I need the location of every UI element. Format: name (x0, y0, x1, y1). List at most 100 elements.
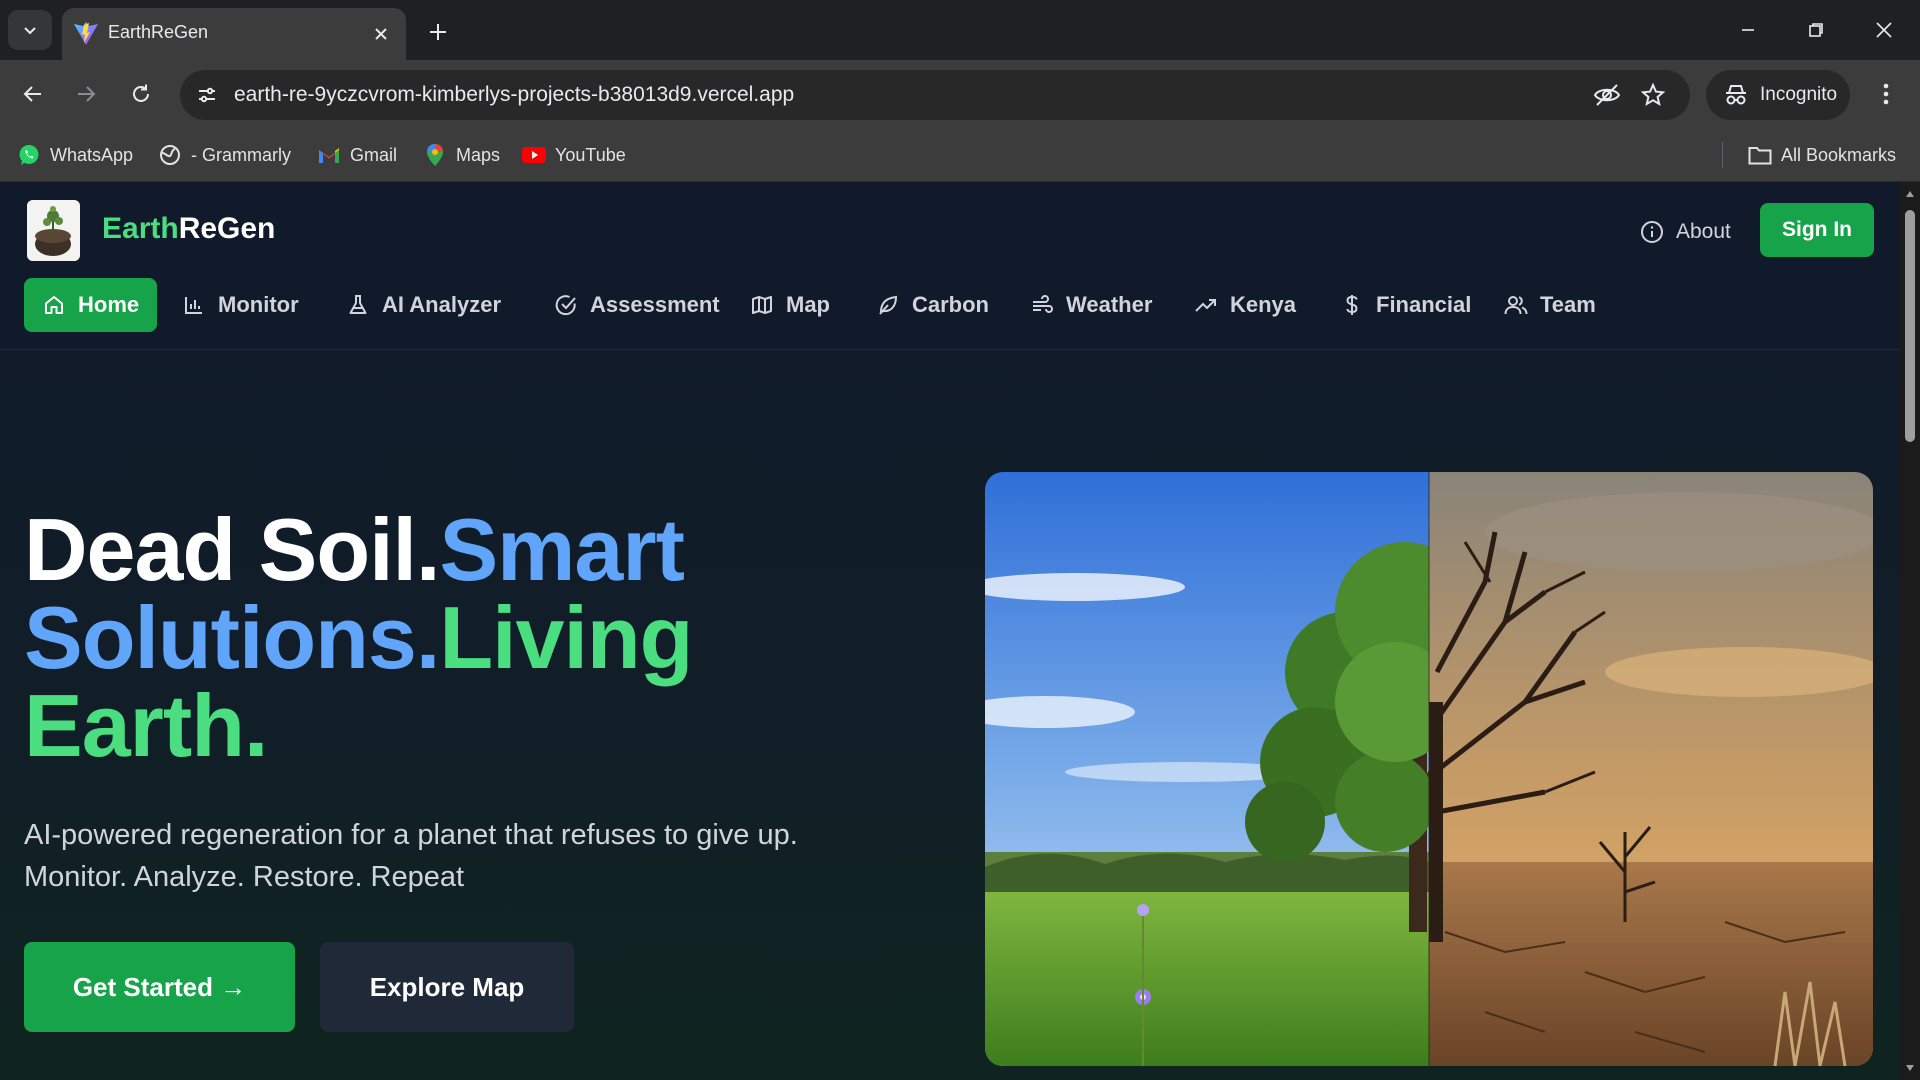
nav-item-carbon[interactable]: Carbon (858, 278, 1007, 332)
nav-item-weather[interactable]: Weather (1012, 278, 1170, 332)
site-info-button[interactable] (190, 78, 224, 112)
nav-label: Assessment (590, 292, 720, 317)
back-arrow-icon (23, 86, 41, 102)
reload-icon (133, 84, 149, 102)
nav-item-map[interactable]: Map (732, 278, 848, 332)
gmail-icon (317, 143, 341, 167)
explore-map-button[interactable]: Explore Map (320, 942, 574, 1032)
bookmark-label: WhatsApp (50, 144, 134, 165)
get-started-button[interactable]: Get Started → (24, 942, 295, 1032)
nav-label: AI Analyzer (382, 292, 502, 317)
hero-image-green-vs-dry-landscape (985, 472, 1873, 1066)
brand-regen: ReGen (178, 212, 276, 245)
minimize-button[interactable] (1720, 8, 1776, 52)
subtitle-line-1: AI-powered regeneration for a planet tha… (24, 819, 798, 851)
address-bar[interactable]: earth-re-9yczcvrom-kimberlys-projects-b3… (180, 70, 1690, 120)
headline-living: Living (439, 588, 693, 687)
reload-button[interactable] (121, 74, 161, 114)
incognito-icon (1726, 85, 1746, 105)
subtitle-line-2: Monitor. Analyze. Restore. Repeat (24, 861, 465, 893)
scroll-up-arrow[interactable] (1904, 188, 1916, 200)
leaf-icon (876, 293, 900, 317)
web-page: EarthReGen About Sign In Home Monitor AI… (0, 182, 1900, 1080)
all-bookmarks-button[interactable]: All Bookmarks (1748, 140, 1896, 170)
star-icon (1641, 83, 1665, 107)
users-icon (1504, 293, 1528, 317)
url-text[interactable]: earth-re-9yczcvrom-kimberlys-projects-b3… (234, 83, 794, 107)
headline-dead-soil: Dead Soil. (24, 500, 440, 599)
forward-button[interactable] (66, 74, 106, 114)
headline-smart: Smart (439, 500, 684, 599)
scroll-thumb[interactable] (1905, 210, 1915, 442)
plus-icon (430, 24, 446, 40)
nav-label: Map (786, 292, 830, 317)
tab-close-button[interactable] (368, 21, 394, 47)
bookmark-gmail[interactable]: Gmail (317, 140, 397, 170)
incognito-label: Incognito (1760, 84, 1838, 105)
folder-icon (1748, 143, 1772, 167)
chevron-down-icon (24, 27, 36, 35)
nav-item-ai-analyzer[interactable]: AI Analyzer (328, 278, 519, 332)
bookmarks-separator (1722, 142, 1723, 168)
bookmark-maps[interactable]: Maps (423, 140, 500, 170)
nav-label: Home (78, 292, 140, 317)
bookmark-grammarly[interactable]: - Grammarly (158, 140, 291, 170)
whatsapp-icon (17, 143, 41, 167)
bookmark-whatsapp[interactable]: WhatsApp (17, 140, 133, 170)
page-scrollbar[interactable] (1900, 182, 1920, 1080)
nav-item-assessment[interactable]: Assessment (536, 278, 738, 332)
dollar-icon (1340, 293, 1364, 317)
tab-search-button[interactable] (8, 10, 52, 50)
triangle-up-icon (1906, 191, 1914, 197)
restore-button[interactable] (1788, 8, 1844, 52)
bookmarks-bar: WhatsApp - Grammarly Gmail Maps YouTube … (0, 128, 1920, 182)
forward-arrow-icon (78, 86, 96, 102)
hero-headline: Dead Soil.Smart Solutions.Living Earth. (24, 506, 693, 770)
browser-menu-button[interactable] (1866, 74, 1906, 114)
about-link[interactable]: About (1640, 216, 1731, 248)
nav-item-financial[interactable]: Financial (1322, 278, 1489, 332)
bar-chart-icon (182, 293, 206, 317)
brand-name[interactable]: EarthReGen (102, 212, 275, 246)
nav-item-monitor[interactable]: Monitor (164, 278, 317, 332)
about-label: About (1676, 220, 1731, 243)
back-button[interactable] (13, 74, 53, 114)
nav-label: Carbon (912, 292, 989, 317)
wind-icon (1030, 293, 1054, 317)
hero-subtitle: AI-powered regeneration for a planet tha… (24, 814, 798, 898)
tracking-protection-button[interactable] (1592, 80, 1622, 110)
headline-solutions: Solutions. (24, 588, 440, 687)
map-icon (750, 293, 774, 317)
incognito-indicator[interactable]: Incognito (1706, 70, 1850, 120)
info-icon (1641, 221, 1663, 243)
bookmark-label: YouTube (555, 144, 626, 165)
nav-label: Weather (1066, 292, 1153, 317)
nav-item-home[interactable]: Home (24, 278, 158, 332)
nav-item-kenya[interactable]: Kenya (1176, 278, 1314, 332)
maps-pin-icon (423, 143, 447, 167)
home-icon (42, 293, 66, 317)
earthregen-logo[interactable] (27, 200, 80, 261)
bookmark-label: Gmail (350, 144, 398, 165)
nav-label: Monitor (218, 292, 299, 317)
close-icon (1876, 22, 1892, 38)
vercel-favicon-icon (72, 21, 100, 47)
youtube-icon (522, 143, 546, 167)
bookmark-star-button[interactable] (1638, 80, 1668, 110)
close-window-button[interactable] (1856, 8, 1912, 52)
bookmark-label: Maps (456, 144, 501, 165)
triangle-down-icon (1906, 1065, 1914, 1071)
bookmark-youtube[interactable]: YouTube (522, 140, 626, 170)
minimize-icon (1742, 29, 1754, 31)
kebab-menu-icon (1883, 83, 1889, 105)
nav-item-team[interactable]: Team (1486, 278, 1614, 332)
sign-in-button[interactable]: Sign In (1760, 203, 1874, 257)
globe-icon (158, 143, 182, 167)
headline-earth: Earth. (24, 676, 268, 775)
browser-tab[interactable]: EarthReGen (62, 8, 406, 60)
new-tab-button[interactable] (420, 14, 456, 50)
eye-off-icon (1593, 84, 1621, 106)
trending-up-icon (1194, 293, 1218, 317)
flask-icon (346, 293, 370, 317)
scroll-down-arrow[interactable] (1904, 1062, 1916, 1074)
